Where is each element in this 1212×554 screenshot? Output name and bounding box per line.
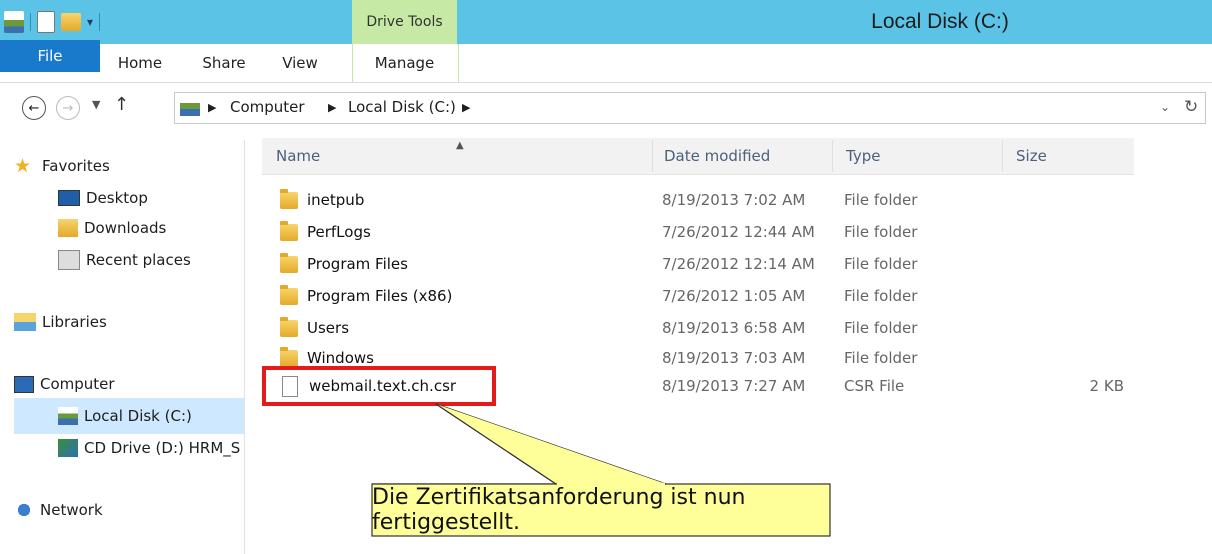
callout-pointer-edge: [435, 403, 666, 485]
callout-text: Die Zertifikatsanforderung ist nun ferti…: [372, 485, 746, 535]
callout-bubble: [371, 403, 831, 537]
